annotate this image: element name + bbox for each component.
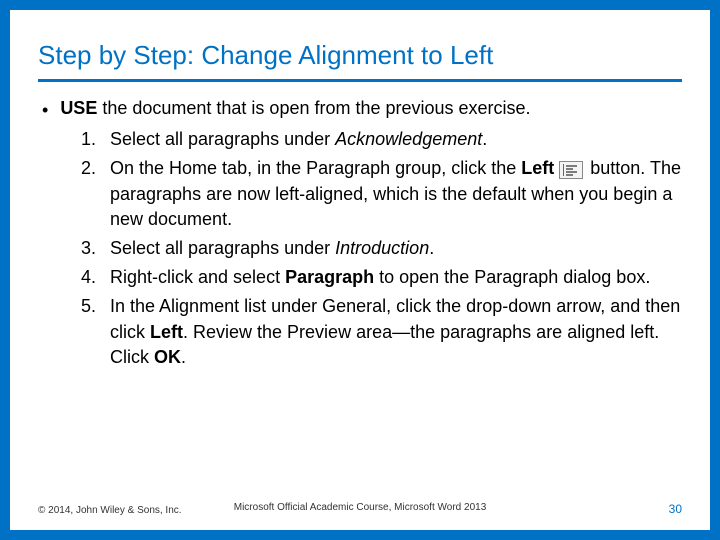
text-run: Select all paragraphs under [110,129,335,149]
text-run: . [429,238,434,258]
text-run: On the Home tab, in the Paragraph group,… [110,158,521,178]
step-text: In the Alignment list under General, cli… [110,294,682,370]
step-number: 3. [72,236,96,261]
step-text: On the Home tab, in the Paragraph group,… [110,156,682,232]
footer-copyright: © 2014, John Wiley & Sons, Inc. [38,505,182,516]
step-list: 1. Select all paragraphs under Acknowledg… [38,127,682,370]
slide-footer: © 2014, John Wiley & Sons, Inc. Microsof… [38,502,682,516]
intro-rest: the document that is open from the previ… [97,98,530,118]
footer-page-number: 30 [669,502,682,516]
align-left-icon [559,161,583,179]
step-item: 3. Select all paragraphs under Introducti… [72,236,682,261]
bold-run: OK [154,347,181,367]
bold-run: Left [521,158,554,178]
step-item: 1. Select all paragraphs under Acknowledg… [72,127,682,152]
step-item: 5.In the Alignment list under General, c… [72,294,682,370]
step-number: 4. [72,265,96,290]
step-number: 5. [72,294,96,370]
slide-body: • USE the document that is open from the… [38,96,682,370]
text-run: to open the Paragraph dialog box. [374,267,650,287]
intro-text: USE the document that is open from the p… [60,96,530,123]
slide: Step by Step: Change Alignment to Left •… [0,0,720,540]
step-text: Select all paragraphs under Introduction… [110,236,682,261]
bold-run: Left [150,322,183,342]
bold-run: Paragraph [285,267,374,287]
text-run: Select all paragraphs under [110,238,335,258]
italic-run: Acknowledgement [335,129,482,149]
italic-run: Introduction [335,238,429,258]
intro-bold: USE [60,98,97,118]
step-number: 1. [72,127,96,152]
step-text: Right-click and select Paragraph to open… [110,265,682,290]
text-run: . [181,347,186,367]
bullet-icon: • [42,96,48,123]
intro-bullet: • USE the document that is open from the… [38,96,682,123]
step-item: 2. On the Home tab, in the Paragraph grou… [72,156,682,232]
step-text: Select all paragraphs under Acknowledgem… [110,127,682,152]
text-run: Right-click and select [110,267,285,287]
step-number: 2. [72,156,96,232]
text-run: . [482,129,487,149]
step-item: 4. Right-click and select Paragraph to op… [72,265,682,290]
slide-title: Step by Step: Change Alignment to Left [38,40,682,82]
text-run: . Review the Preview area—the paragraphs… [110,322,659,367]
